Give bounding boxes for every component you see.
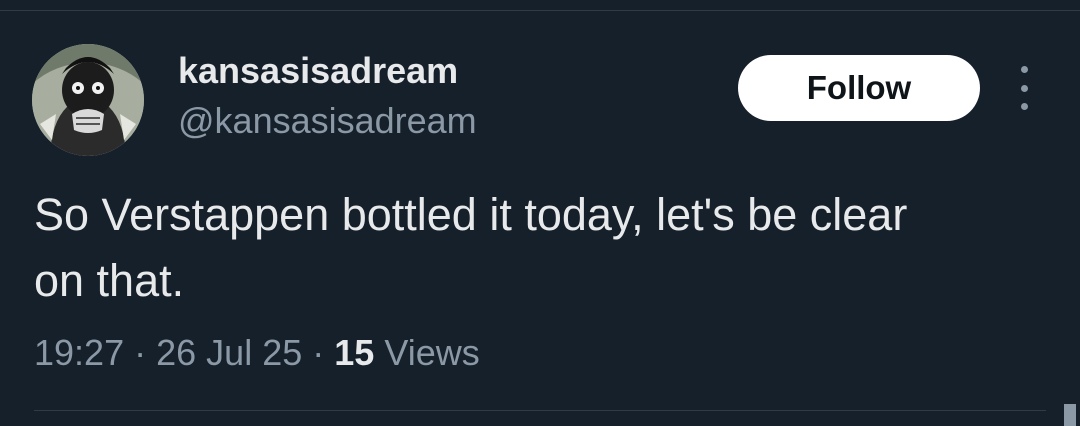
meta-separator: · (312, 332, 325, 373)
follow-button[interactable]: Follow (738, 55, 980, 121)
more-vertical-icon[interactable] (1010, 66, 1038, 110)
avatar[interactable] (32, 44, 144, 156)
tweet-meta: 19:27 · 26 Jul 25 · 15 Views (34, 332, 480, 374)
more-dot (1020, 66, 1028, 73)
avatar-image (32, 44, 144, 156)
bottom-divider (34, 410, 1046, 411)
views-label: Views (384, 332, 480, 373)
display-name[interactable]: kansasisadream (178, 50, 458, 92)
meta-separator: · (134, 332, 147, 373)
scrollbar-thumb[interactable] (1064, 404, 1076, 426)
top-divider (0, 10, 1080, 11)
views-count: 15 (334, 332, 375, 373)
more-dot (1020, 84, 1028, 92)
tweet-time[interactable]: 19:27 (34, 332, 124, 373)
user-handle[interactable]: @kansasisadream (178, 100, 477, 142)
tweet-text: So Verstappen bottled it today, let's be… (34, 189, 908, 306)
tweet-date[interactable]: 26 Jul 25 (156, 332, 302, 373)
more-dot (1020, 103, 1028, 110)
